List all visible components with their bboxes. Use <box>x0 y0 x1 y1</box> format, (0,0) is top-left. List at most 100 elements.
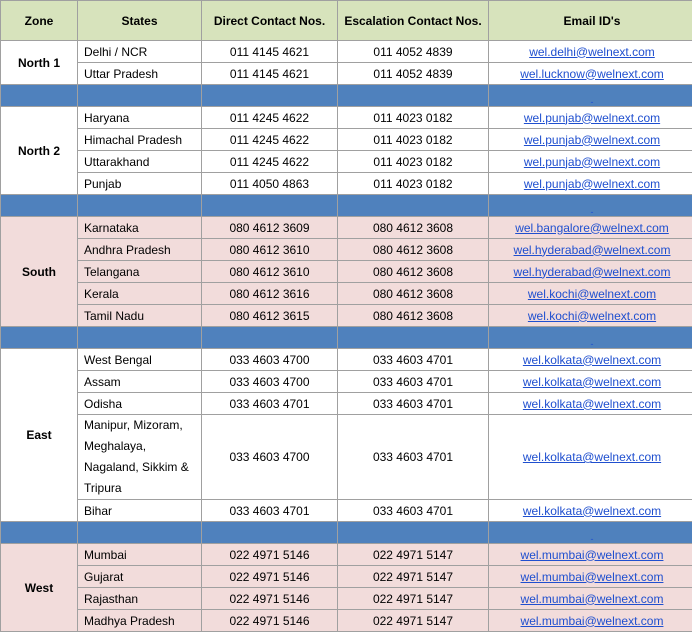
email-link[interactable]: wel.punjab@welnext.com <box>524 111 660 125</box>
table-row: South Karnataka 080 4612 3609 080 4612 3608… <box>0 216 692 327</box>
separator-cell <box>201 521 338 544</box>
direct-contact-number: 011 4245 4622 <box>201 150 338 173</box>
table-body: North 1 Delhi / NCR 011 4145 4621 011 4052 … <box>0 40 692 632</box>
separator-link[interactable]: - <box>591 534 594 543</box>
state-name: West Bengal <box>77 348 202 371</box>
zone-name: East <box>0 348 78 522</box>
direct-contact-number: 022 4971 5146 <box>201 543 338 566</box>
email-link[interactable]: wel.kolkata@welnext.com <box>523 504 661 518</box>
email-link[interactable]: wel.bangalore@welnext.com <box>515 221 669 235</box>
email-link[interactable]: wel.delhi@welnext.com <box>529 45 655 59</box>
state-name: Bihar <box>77 499 202 522</box>
email-link[interactable]: wel.mumbai@welnext.com <box>521 592 664 606</box>
separator-link[interactable]: - <box>591 207 594 216</box>
state-name: Odisha <box>77 392 202 415</box>
table-row: Uttar Pradesh 011 4145 4621 011 4052 4839 w… <box>1 62 692 85</box>
escalation-contact-number: 022 4971 5147 <box>337 565 489 588</box>
state-name: Uttar Pradesh <box>77 62 202 85</box>
direct-contact-number: 011 4245 4622 <box>201 128 338 151</box>
direct-contact-number: 022 4971 5146 <box>201 587 338 610</box>
separator-cell <box>201 326 338 349</box>
escalation-contact-number: 080 4612 3608 <box>337 282 489 305</box>
email-link[interactable]: wel.kolkata@welnext.com <box>523 353 661 367</box>
separator-cell: - <box>488 194 692 217</box>
escalation-contact-number: 011 4023 0182 <box>337 128 489 151</box>
direct-contact-number: 022 4971 5146 <box>201 609 338 632</box>
header-direct-contact: Direct Contact Nos. <box>201 0 338 41</box>
zone-name: South <box>0 216 78 327</box>
email-link[interactable]: wel.kochi@welnext.com <box>528 287 656 301</box>
zone-name: West <box>0 543 78 632</box>
state-name: Haryana <box>77 106 202 129</box>
header-escalation-contact: Escalation Contact Nos. <box>337 0 489 41</box>
header-states: States <box>77 0 202 41</box>
state-name: Gujarat <box>77 565 202 588</box>
table-row: West Mumbai 022 4971 5146 022 4971 5147 wel.… <box>0 543 692 632</box>
table-row: Telangana 080 4612 3610 080 4612 3608 wel.h… <box>1 260 692 283</box>
separator-cell <box>337 326 489 349</box>
email-cell: wel.kolkata@welnext.com <box>488 370 692 393</box>
table-row: Punjab 011 4050 4863 011 4023 0182 wel.punj… <box>1 172 692 195</box>
email-link[interactable]: wel.kolkata@welnext.com <box>523 397 661 411</box>
state-name: Andhra Pradesh <box>77 238 202 261</box>
email-cell: wel.kolkata@welnext.com <box>488 392 692 415</box>
zone-separator-row: - <box>0 326 692 349</box>
state-name: Rajasthan <box>77 587 202 610</box>
escalation-contact-number: 033 4603 4701 <box>337 392 489 415</box>
escalation-contact-number: 011 4052 4839 <box>337 62 489 85</box>
escalation-contact-number: 011 4052 4839 <box>337 40 489 63</box>
email-cell: wel.kolkata@welnext.com <box>488 414 692 500</box>
table-row: Kerala 080 4612 3616 080 4612 3608 wel.koch… <box>1 282 692 305</box>
email-link[interactable]: wel.kolkata@welnext.com <box>523 450 661 464</box>
separator-link[interactable]: - <box>591 97 594 106</box>
email-cell: wel.punjab@welnext.com <box>488 128 692 151</box>
escalation-contact-number: 011 4023 0182 <box>337 106 489 129</box>
separator-cell <box>0 194 78 217</box>
direct-contact-number: 033 4603 4701 <box>201 392 338 415</box>
direct-contact-number: 011 4145 4621 <box>201 62 338 85</box>
separator-cell: - <box>488 326 692 349</box>
direct-contact-number: 011 4245 4622 <box>201 106 338 129</box>
table-row: Assam 033 4603 4700 033 4603 4701 wel.kolka… <box>1 370 692 393</box>
email-link[interactable]: wel.mumbai@welnext.com <box>521 548 664 562</box>
separator-link[interactable]: - <box>591 339 594 348</box>
table-row: Rajasthan 022 4971 5146 022 4971 5147 wel.m… <box>1 587 692 610</box>
email-cell: wel.punjab@welnext.com <box>488 172 692 195</box>
direct-contact-number: 080 4612 3616 <box>201 282 338 305</box>
table-row: Madhya Pradesh 022 4971 5146 022 4971 5147… <box>1 609 692 632</box>
zone-separator-row: - <box>0 521 692 544</box>
separator-cell <box>201 84 338 107</box>
email-link[interactable]: wel.mumbai@welnext.com <box>521 570 664 584</box>
direct-contact-number: 080 4612 3609 <box>201 216 338 239</box>
email-cell: wel.punjab@welnext.com <box>488 106 692 129</box>
separator-cell <box>0 521 78 544</box>
email-link[interactable]: wel.lucknow@welnext.com <box>520 67 664 81</box>
direct-contact-number: 033 4603 4700 <box>201 414 338 500</box>
table-row: Tamil Nadu 080 4612 3615 080 4612 3608 wel.… <box>1 304 692 327</box>
separator-cell <box>77 521 202 544</box>
state-name: Tamil Nadu <box>77 304 202 327</box>
state-name: Madhya Pradesh <box>77 609 202 632</box>
email-link[interactable]: wel.hyderabad@welnext.com <box>514 243 671 257</box>
direct-contact-number: 011 4145 4621 <box>201 40 338 63</box>
email-cell: wel.delhi@welnext.com <box>488 40 692 63</box>
email-link[interactable]: wel.punjab@welnext.com <box>524 133 660 147</box>
contacts-table: Zone States Direct Contact Nos. Escalati… <box>0 0 692 632</box>
email-link[interactable]: wel.punjab@welnext.com <box>524 177 660 191</box>
email-link[interactable]: wel.punjab@welnext.com <box>524 155 660 169</box>
email-cell: wel.lucknow@welnext.com <box>488 62 692 85</box>
separator-cell <box>77 326 202 349</box>
email-cell: wel.kolkata@welnext.com <box>488 499 692 522</box>
table-row: East West Bengal 033 4603 4700 033 4603 470… <box>0 348 692 522</box>
email-link[interactable]: wel.mumbai@welnext.com <box>521 614 664 628</box>
email-cell: wel.hyderabad@welnext.com <box>488 260 692 283</box>
email-link[interactable]: wel.kolkata@welnext.com <box>523 375 661 389</box>
table-row: Himachal Pradesh 011 4245 4622 011 4023 01… <box>1 128 692 151</box>
email-cell: wel.bangalore@welnext.com <box>488 216 692 239</box>
escalation-contact-number: 022 4971 5147 <box>337 587 489 610</box>
email-cell: wel.kochi@welnext.com <box>488 304 692 327</box>
email-link[interactable]: wel.hyderabad@welnext.com <box>514 265 671 279</box>
email-link[interactable]: wel.kochi@welnext.com <box>528 309 656 323</box>
direct-contact-number: 080 4612 3615 <box>201 304 338 327</box>
separator-cell <box>337 84 489 107</box>
